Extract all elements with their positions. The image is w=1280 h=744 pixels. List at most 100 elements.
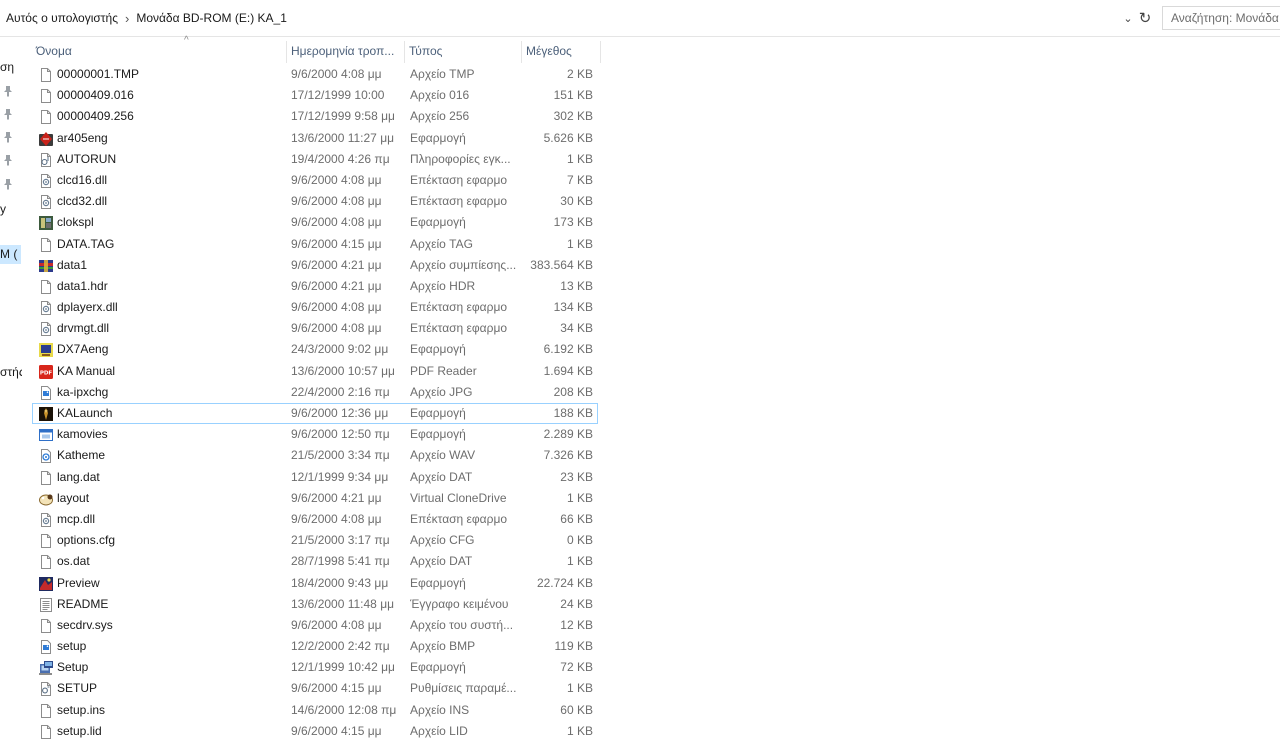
- file-row[interactable]: SETUP 9/6/2000 4:15 μμ Ρυθμίσεις παραμέ...…: [32, 678, 598, 699]
- file-row[interactable]: data1 9/6/2000 4:21 μμ Αρχείο συμπίεσης...…: [32, 255, 598, 276]
- file-row[interactable]: clcd16.dll 9/6/2000 4:08 μμ Επέκταση εφαρμ…: [32, 170, 598, 191]
- blank-file-icon: [41, 89, 51, 104]
- file-name[interactable]: os.dat: [57, 552, 283, 571]
- column-header-size[interactable]: Μέγεθος: [522, 41, 600, 61]
- file-name[interactable]: Katheme: [57, 446, 283, 465]
- file-row[interactable]: PDF KA Manual 13/6/2000 10:57 μμ PDF Reader…: [32, 361, 598, 382]
- file-date-modified: 13/6/2000 11:48 μμ: [291, 596, 395, 611]
- column-divider[interactable]: [600, 41, 601, 63]
- breadcrumb[interactable]: Αυτός ο υπολογιστής › Μονάδα BD-ROM (E:)…: [0, 6, 1136, 30]
- address-history-dropdown-icon[interactable]: ⌄: [1120, 9, 1136, 27]
- blank-file-icon: [41, 555, 51, 570]
- file-name[interactable]: mcp.dll: [57, 510, 283, 529]
- file-row[interactable]: options.cfg 21/5/2000 3:17 πμ Αρχείο CFG 0 …: [32, 530, 598, 551]
- file-name[interactable]: setup.lid: [57, 722, 283, 741]
- refresh-icon[interactable]: ↻: [1137, 8, 1153, 28]
- file-name[interactable]: data1.hdr: [57, 277, 283, 296]
- nav-item-fragment[interactable]: y: [0, 202, 6, 216]
- file-name[interactable]: SETUP: [57, 679, 283, 698]
- pin-icon[interactable]: [3, 108, 13, 120]
- file-name[interactable]: 00000001.TMP: [57, 65, 283, 84]
- file-name[interactable]: dplayerx.dll: [57, 298, 283, 317]
- file-row[interactable]: 00000409.016 17/12/1999 10:00 Αρχείο 016 15…: [32, 85, 598, 106]
- file-row[interactable]: layout 9/6/2000 4:21 μμ Virtual CloneDrive…: [32, 488, 598, 509]
- file-row[interactable]: DATA.TAG 9/6/2000 4:15 μμ Αρχείο TAG 1 KB: [32, 234, 598, 255]
- file-row[interactable]: KALaunch 9/6/2000 12:36 μμ Εφαρμογή 188 KB: [32, 403, 598, 425]
- file-row[interactable]: os.dat 28/7/1998 5:41 πμ Αρχείο DAT 1 KB: [32, 551, 598, 572]
- nav-item-fragment[interactable]: στής: [0, 365, 22, 379]
- file-size: 302 KB: [553, 109, 593, 124]
- file-size: 34 KB: [560, 321, 593, 336]
- file-row[interactable]: clcd32.dll 9/6/2000 4:08 μμ Επέκταση εφαρμ…: [32, 191, 598, 212]
- file-row[interactable]: Setup 12/1/1999 10:42 μμ Εφαρμογή 72 KB: [32, 657, 598, 678]
- file-name[interactable]: drvmgt.dll: [57, 319, 283, 338]
- file-name[interactable]: lang.dat: [57, 468, 283, 487]
- file-row[interactable]: dplayerx.dll 9/6/2000 4:08 μμ Επέκταση εφα…: [32, 297, 598, 318]
- file-name[interactable]: Setup: [57, 658, 283, 677]
- file-name[interactable]: Preview: [57, 574, 283, 593]
- file-name[interactable]: 00000409.256: [57, 107, 283, 126]
- dll-icon: [41, 322, 51, 337]
- search-input[interactable]: [1171, 11, 1280, 25]
- archive-icon: [39, 259, 53, 272]
- file-name[interactable]: kamovies: [57, 425, 283, 444]
- pin-icon[interactable]: [3, 85, 13, 97]
- nav-item-fragment[interactable]: ση: [0, 60, 14, 74]
- file-type: Αρχείο TMP: [410, 67, 475, 81]
- breadcrumb-bd-rom-drive[interactable]: Μονάδα BD-ROM (E:) KA_1: [132, 11, 291, 25]
- file-row[interactable]: clokspl 9/6/2000 4:08 μμ Εφαρμογή 173 KB: [32, 212, 598, 233]
- nav-item-selected-drive[interactable]: M (: [0, 245, 22, 264]
- file-name[interactable]: data1: [57, 256, 283, 275]
- file-row[interactable]: Preview 18/4/2000 9:43 μμ Εφαρμογή 22.724 K…: [32, 573, 598, 594]
- file-name[interactable]: 00000409.016: [57, 86, 283, 105]
- file-row[interactable]: AUTORUN 19/4/2000 4:26 πμ Πληροφορίες εγκ.…: [32, 149, 598, 170]
- file-type: Επέκταση εφαρμο: [410, 511, 508, 526]
- file-row[interactable]: lang.dat 12/1/1999 9:34 μμ Αρχείο DAT 23 KB: [32, 467, 598, 488]
- breadcrumb-this-pc[interactable]: Αυτός ο υπολογιστής: [0, 11, 122, 25]
- file-row[interactable]: 00000409.256 17/12/1999 9:58 μμ Αρχείο 256…: [32, 106, 598, 127]
- file-row[interactable]: DX7Aeng 24/3/2000 9:02 μμ Εφαρμογή 6.192 KB: [32, 339, 598, 360]
- search-box[interactable]: [1162, 6, 1280, 30]
- file-type: Αρχείο JPG: [410, 384, 473, 399]
- file-type: Αρχείο INS: [410, 702, 470, 717]
- file-row[interactable]: mcp.dll 9/6/2000 4:08 μμ Επέκταση εφαρμο 66…: [32, 509, 598, 530]
- file-name[interactable]: setup.ins: [57, 701, 283, 720]
- file-row[interactable]: README 13/6/2000 11:48 μμ Έγγραφο κειμένου…: [32, 594, 598, 615]
- file-name[interactable]: README: [57, 595, 283, 614]
- file-type: Έγγραφο κειμένου: [410, 596, 509, 611]
- column-header-name[interactable]: Όνομα: [32, 41, 286, 61]
- file-name[interactable]: clcd32.dll: [57, 192, 283, 211]
- pin-icon[interactable]: [3, 178, 13, 190]
- svg-text:PDF: PDF: [40, 370, 53, 376]
- file-name[interactable]: setup: [57, 637, 283, 656]
- file-row[interactable]: data1.hdr 9/6/2000 4:21 μμ Αρχείο HDR 13 KB: [32, 276, 598, 297]
- file-row[interactable]: ar405eng 13/6/2000 11:27 μμ Εφαρμογή 5.626 …: [32, 128, 598, 149]
- file-name[interactable]: KA Manual: [57, 362, 283, 381]
- file-type: Αρχείο DAT: [410, 469, 473, 484]
- file-row[interactable]: setup.ins 14/6/2000 12:08 πμ Αρχείο INS 60 …: [32, 700, 598, 721]
- file-row[interactable]: ka-ipxchg 22/4/2000 2:16 πμ Αρχείο JPG 208 …: [32, 382, 598, 403]
- file-name[interactable]: KALaunch: [57, 404, 283, 423]
- column-header-date[interactable]: Ημερομηνία τροπ...: [287, 41, 404, 61]
- file-name[interactable]: ar405eng: [57, 129, 283, 148]
- file-row[interactable]: setup 12/2/2000 2:42 πμ Αρχείο BMP 119 KB: [32, 636, 598, 657]
- file-name[interactable]: layout: [57, 489, 283, 508]
- file-name[interactable]: DX7Aeng: [57, 340, 283, 359]
- file-name[interactable]: DATA.TAG: [57, 235, 283, 254]
- pin-icon[interactable]: [3, 131, 13, 143]
- file-name[interactable]: AUTORUN: [57, 150, 283, 169]
- file-name[interactable]: clcd16.dll: [57, 171, 283, 190]
- file-row[interactable]: kamovies 9/6/2000 12:50 πμ Εφαρμογή 2.289 K…: [32, 424, 598, 445]
- file-name[interactable]: clokspl: [57, 213, 283, 232]
- file-row[interactable]: secdrv.sys 9/6/2000 4:08 μμ Αρχείο του συσ…: [32, 615, 598, 636]
- file-name[interactable]: options.cfg: [57, 531, 283, 550]
- file-name[interactable]: secdrv.sys: [57, 616, 283, 635]
- breadcrumb-separator-icon[interactable]: ›: [122, 11, 132, 26]
- file-row[interactable]: Katheme 21/5/2000 3:34 πμ Αρχείο WAV 7.326 …: [32, 445, 598, 466]
- pin-icon[interactable]: [3, 154, 13, 166]
- file-name[interactable]: ka-ipxchg: [57, 383, 283, 402]
- file-row[interactable]: setup.lid 9/6/2000 4:15 μμ Αρχείο LID 1 KB: [32, 721, 598, 742]
- file-row[interactable]: 00000001.TMP 9/6/2000 4:08 μμ Αρχείο TMP 2 …: [32, 64, 598, 85]
- file-row[interactable]: drvmgt.dll 9/6/2000 4:08 μμ Επέκταση εφαρμ…: [32, 318, 598, 339]
- column-header-type[interactable]: Τύπος: [405, 41, 521, 61]
